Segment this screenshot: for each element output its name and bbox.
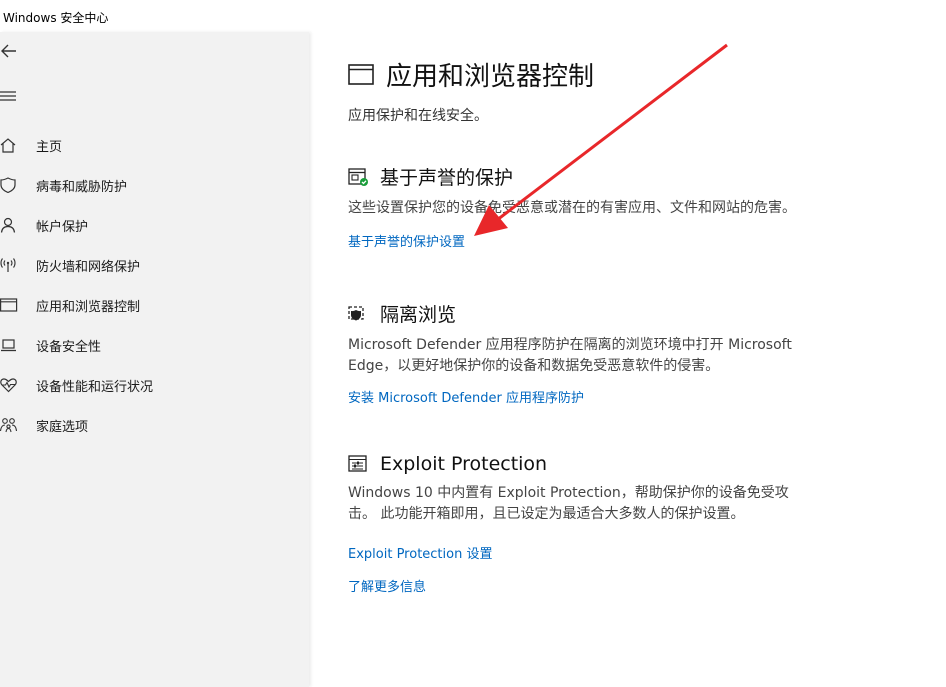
section-description: 这些设置保护您的设备免受恶意或潜在的有害应用、文件和网站的危害。 [348, 200, 796, 216]
section-description: Microsoft Defender 应用程序防护在隔离的浏览环境中打开 Mic… [348, 335, 818, 377]
home-icon [0, 137, 18, 153]
family-icon [0, 417, 18, 433]
person-icon [0, 217, 18, 233]
sidebar-item-label: 帐户保护 [36, 219, 89, 235]
window-title: Windows 安全中心 [3, 11, 109, 25]
section-title: 基于声誉的保护 [380, 167, 514, 189]
section-reputation-protection: 基于声誉的保护 这些设置保护您的设备免受恶意或潜在的有害应用、文件和网站的危害。… [348, 163, 818, 250]
sidebar-item-label: 家庭选项 [36, 419, 89, 435]
shield-icon [0, 177, 18, 193]
install-application-guard-link[interactable]: 安装 Microsoft Defender 应用程序防护 [348, 387, 818, 406]
sidebar-item-label: 主页 [36, 139, 63, 155]
reputation-check-icon [348, 167, 370, 187]
section-description: Windows 10 中内置有 Exploit Protection，帮助保护你… [348, 483, 818, 525]
section-header: 隔离浏览 [348, 300, 818, 327]
page-subtitle: 应用保护和在线安全。 [348, 108, 488, 124]
laptop-icon [0, 337, 18, 353]
learn-more-link[interactable]: 了解更多信息 [348, 576, 818, 595]
section-title: 隔离浏览 [380, 304, 457, 326]
exploit-protection-settings-link[interactable]: Exploit Protection 设置 [348, 543, 818, 562]
hamburger-menu-button[interactable] [0, 87, 20, 107]
back-button[interactable] [0, 42, 20, 62]
page-header: 应用和浏览器控制 [348, 56, 594, 93]
sidebar-item-family-options[interactable]: 家庭选项 [0, 405, 309, 445]
app-browser-icon [348, 63, 375, 87]
app-browser-icon [0, 297, 18, 313]
description-line: Windows 10 中内置有 Exploit Protection，帮助保护你… [348, 485, 789, 501]
main-content: 应用和浏览器控制 应用保护和在线安全。 基于声誉的保护 这些设置保护您的设备免受… [348, 0, 908, 687]
section-header: Exploit Protection [348, 453, 818, 475]
sidebar-item-account-protection[interactable]: 帐户保护 [0, 205, 309, 245]
sidebar-item-label: 设备性能和运行状况 [36, 379, 154, 395]
sidebar-item-firewall[interactable]: 防火墙和网络保护 [0, 245, 309, 285]
description-line: Edge，以更好地保护你的设备和数据免受恶意软件的侵害。 [348, 358, 720, 374]
sidebar-nav: 主页 病毒和威胁防护 帐户保护 防火墙和网络保护 应用和浏览器控制 设备安全性 [0, 125, 309, 445]
section-exploit-protection: Exploit Protection Windows 10 中内置有 Explo… [348, 453, 818, 595]
exploit-protection-icon [348, 454, 370, 474]
section-isolated-browsing: 隔离浏览 Microsoft Defender 应用程序防护在隔离的浏览环境中打… [348, 300, 818, 406]
sidebar-item-label: 应用和浏览器控制 [36, 299, 141, 315]
section-header: 基于声誉的保护 [348, 163, 818, 190]
description-line: 击。 此功能开箱即用，且已设定为最适合大多数人的保护设置。 [348, 506, 745, 522]
reputation-protection-settings-link[interactable]: 基于声誉的保护设置 [348, 231, 818, 250]
hamburger-icon [0, 91, 16, 101]
page-title: 应用和浏览器控制 [386, 62, 595, 92]
sidebar-item-device-performance[interactable]: 设备性能和运行状况 [0, 365, 309, 405]
sidebar-item-label: 设备安全性 [36, 339, 102, 355]
description-line: Microsoft Defender 应用程序防护在隔离的浏览环境中打开 Mic… [348, 337, 792, 353]
sidebar-item-home[interactable]: 主页 [0, 125, 309, 165]
isolated-browsing-icon [348, 304, 370, 324]
sidebar-item-label: 防火墙和网络保护 [36, 259, 141, 275]
sidebar-item-app-browser-control[interactable]: 应用和浏览器控制 [0, 285, 309, 325]
wifi-antenna-icon [0, 257, 18, 273]
sidebar-item-virus-protection[interactable]: 病毒和威胁防护 [0, 165, 309, 205]
back-arrow-icon [1, 44, 16, 58]
section-title: Exploit Protection [380, 453, 548, 475]
heart-pulse-icon [0, 377, 18, 393]
sidebar-item-device-security[interactable]: 设备安全性 [0, 325, 309, 365]
sidebar-item-label: 病毒和威胁防护 [36, 179, 128, 195]
